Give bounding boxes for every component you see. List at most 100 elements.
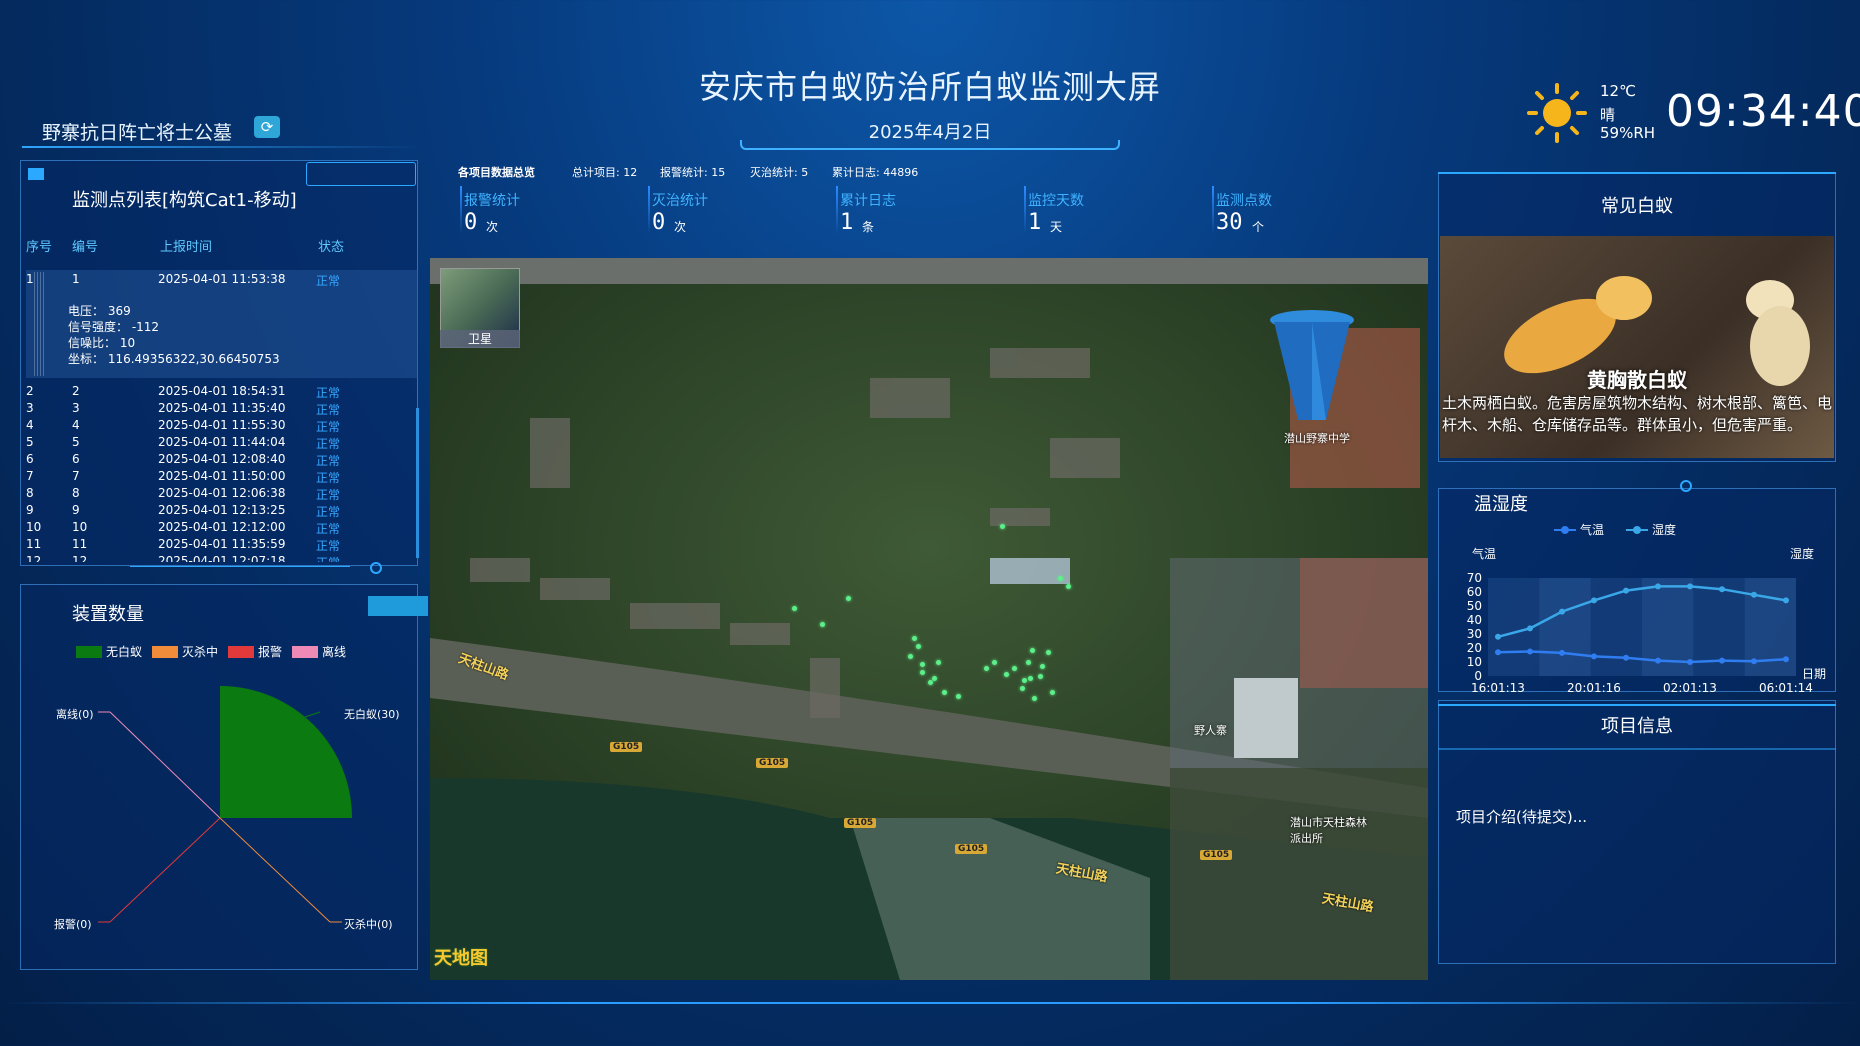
monitor-point-marker[interactable] [984,666,989,671]
stat-divider [460,186,462,234]
monitor-point-marker[interactable] [1058,576,1063,581]
row-id: 12 [72,554,88,562]
monitor-point-marker[interactable] [932,676,937,681]
row-seq: 2 [26,384,34,398]
map-brand-logo: 天地图 [434,948,488,969]
leader-alarm [109,817,221,923]
circuit-decoration [306,162,416,186]
table-row[interactable]: 7 7 2025-04-01 11:50:00 正常 [26,469,416,486]
y-tick-label: 60 [1467,585,1482,599]
monitor-point-marker[interactable] [956,694,961,699]
monitor-point-marker[interactable] [1020,686,1025,691]
row-id: 11 [72,537,88,551]
monitor-point-marker[interactable] [928,680,933,685]
monitor-point-marker[interactable] [920,662,925,667]
monitor-point-marker[interactable] [1050,690,1055,695]
list-scrollbar[interactable] [416,408,419,558]
table-row[interactable]: 1 1 2025-04-01 11:53:38 正常 [26,272,416,289]
data-point [1495,633,1501,640]
table-row[interactable]: 4 4 2025-04-01 11:55:30 正常 [26,418,416,435]
monitor-point-marker[interactable] [792,606,797,611]
col-header-id: 编号 [72,240,99,255]
col-header-time: 上报时间 [160,240,213,255]
row-status: 正常 [316,403,341,417]
pie-label-killing: 灭杀中(0) [344,918,393,931]
monitor-point-marker[interactable] [1028,676,1033,681]
col-header-status: 状态 [318,240,345,255]
monitor-point-marker[interactable] [1066,584,1071,589]
climate-line-chart: 气温 湿度气温 湿度日期01020304050607016:01:13 20:01:1… [1467,522,1826,694]
highway-badge: G105 [955,844,988,854]
x-axis-label: 日期 [1802,667,1826,681]
monitor-point-marker[interactable] [942,690,947,695]
monitor-point-marker[interactable] [920,670,925,675]
monitor-point-marker[interactable] [916,644,921,649]
monitor-point-marker[interactable] [1026,660,1031,665]
pie-label-none: 无白蚁(30) [344,708,400,721]
monitor-point-marker[interactable] [936,660,941,665]
monitor-point-marker[interactable] [1004,672,1009,677]
row-time: 2025-04-01 12:06:38 [158,486,286,500]
summary-kill: 灭治统计: 5 [750,166,809,179]
data-point [1527,625,1533,632]
table-row[interactable]: 8 8 2025-04-01 12:06:38 正常 [26,486,416,503]
table-row[interactable]: 9 9 2025-04-01 12:13:25 正常 [26,503,416,520]
y-tick-label: 10 [1467,655,1482,669]
data-point [1751,658,1757,665]
table-row[interactable]: 10 10 2025-04-01 12:12:00 正常 [26,520,416,537]
ring-decoration [1680,480,1692,492]
monitor-point-marker[interactable] [1046,650,1051,655]
table-row[interactable]: 2 2 2025-04-01 18:54:31 正常 [26,384,416,401]
row-seq: 4 [26,418,34,432]
monitor-point-marker[interactable] [1032,696,1037,701]
monitor-point-marker[interactable] [1030,648,1035,653]
summary-projects: 总计项目: 12 [572,166,638,179]
monitor-point-marker[interactable] [820,622,825,627]
data-point [1751,591,1757,598]
data-point [1719,586,1725,593]
monitor-point-marker[interactable] [912,636,917,641]
monitor-point-marker[interactable] [1022,678,1027,683]
stat-value: 30 [1216,210,1243,235]
stat-unit: 次 [486,220,499,234]
satellite-toggle-label[interactable]: 卫星 [440,330,520,348]
row-id: 8 [72,486,80,500]
data-point [1559,608,1565,615]
legend-swatch-alarm [228,646,254,658]
x-tick-label: 02:01:13 [1663,681,1717,694]
table-row[interactable]: 12 12 2025-04-01 12:07:18 正常 [26,554,416,562]
table-row[interactable]: 6 6 2025-04-01 12:08:40 正常 [26,452,416,469]
stat-divider [648,186,650,234]
row-id: 7 [72,469,80,483]
stat-divider [836,186,838,234]
stat-label: 报警统计 [464,193,520,209]
data-point [1527,648,1533,655]
data-point [1655,657,1661,664]
row-time: 2025-04-01 11:53:38 [158,272,286,286]
monitor-point-marker[interactable] [1040,664,1045,669]
row-seq: 5 [26,435,34,449]
table-row[interactable]: 3 3 2025-04-01 11:35:40 正常 [26,401,416,418]
monitor-point-marker[interactable] [992,660,997,665]
y-tick-label: 20 [1467,641,1482,655]
table-row[interactable]: 11 11 2025-04-01 11:35:59 正常 [26,537,416,554]
ring-decoration [370,562,382,574]
row-status: 正常 [316,522,341,536]
row-seq: 1 [26,272,34,286]
monitor-point-marker[interactable] [1012,666,1017,671]
stat-label: 监测点数 [1216,193,1272,209]
monitor-list-title: 监测点列表[构筑Cat1-移动] [72,190,297,211]
monitor-point-marker[interactable] [1038,674,1043,679]
legend-label-killing: 灭杀中 [182,645,219,659]
switch-location-icon[interactable]: ⟳ [254,116,280,138]
monitor-point-marker[interactable] [1000,524,1005,529]
summary-title: 各项目数据总览 [458,166,535,179]
poi-school: 潜山野寨中学 [1284,432,1350,445]
table-row[interactable]: 5 5 2025-04-01 11:44:04 正常 [26,435,416,452]
x-tick-label: 20:01:16 [1567,681,1621,694]
data-point [1591,653,1597,660]
monitor-point-marker[interactable] [846,596,851,601]
y-tick-label: 40 [1467,613,1482,627]
monitor-point-marker[interactable] [908,654,913,659]
summary-alarm: 报警统计: 15 [660,166,726,179]
